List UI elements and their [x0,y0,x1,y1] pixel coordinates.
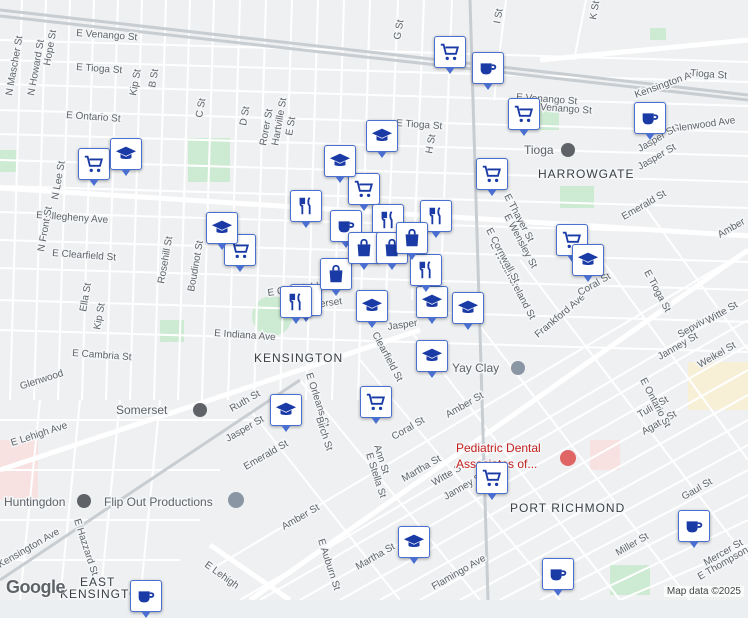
shopping-cart-marker[interactable] [360,386,392,424]
area-label-kensington: KENSINGTON [254,351,343,365]
school-marker[interactable] [270,394,302,432]
shopping-cart-icon [482,469,502,487]
cafe-marker[interactable] [130,580,162,618]
fork-knife-icon [419,261,431,279]
fork-knife-icon [429,207,441,225]
graduation-cap-icon [211,220,233,234]
shopping-cart-icon [366,393,386,411]
shopping-cart-marker[interactable] [508,98,540,136]
graduation-cap-icon [403,534,425,548]
shopping-cart-marker[interactable] [348,173,380,211]
shopping-cart-icon [354,180,374,198]
shopping-cart-icon [84,155,104,173]
poi-label-tioga[interactable]: Tioga [523,142,556,159]
poi-label-yay-clay[interactable]: Yay Clay [451,360,501,377]
area-label-port-richmond: PORT RICHMOND [510,501,625,515]
hospital-icon[interactable] [560,450,576,466]
school-marker[interactable] [416,340,448,378]
school-marker[interactable] [572,244,604,282]
school-marker[interactable] [324,145,356,183]
school-marker[interactable] [398,526,430,564]
school-marker[interactable] [110,138,142,176]
graduation-cap-icon [275,402,297,416]
school-marker[interactable] [206,212,238,250]
shopping-bag-icon [329,264,343,283]
coffee-cup-icon [550,569,567,581]
shopping-bag-marker[interactable] [396,222,428,260]
poi-label-flip-out[interactable]: Flip Out Productions [103,494,215,511]
coffee-cup-icon [138,591,155,603]
store-icon[interactable] [511,361,525,375]
cafe-marker[interactable] [542,558,574,596]
poi-label-pediatric-dental[interactable]: Pediatric Dental [455,440,543,457]
graduation-cap-icon [457,300,479,314]
metro-icon[interactable] [193,403,207,417]
school-marker[interactable] [356,290,388,328]
graduation-cap-icon [577,252,599,266]
shopping-cart-icon [482,165,502,183]
graduation-cap-icon [371,128,393,142]
school-marker[interactable] [452,292,484,330]
shopping-cart-marker[interactable] [434,36,466,74]
shopping-cart-icon [440,43,460,61]
shopping-bag-icon [357,238,371,257]
cafe-marker[interactable] [472,52,504,90]
poi-label-huntingdon[interactable]: Huntingdon [3,494,67,511]
graduation-cap-icon [361,298,383,312]
google-logo: Google [6,577,66,597]
fork-knife-icon [289,293,301,311]
school-marker[interactable] [366,120,398,158]
cafe-marker[interactable] [678,510,710,548]
metro-icon[interactable] [561,143,575,157]
graduation-cap-icon [115,146,137,160]
graduation-cap-icon [421,294,443,308]
poi-label-somerset[interactable]: Somerset [115,402,170,419]
coffee-cup-icon [686,521,703,533]
map-attribution[interactable]: Map data ©2025 [663,586,744,597]
fork-knife-icon [299,197,311,215]
graduation-cap-icon [329,153,351,167]
restaurant-marker[interactable] [280,286,312,324]
cafe-marker[interactable] [634,102,666,140]
place-icon[interactable] [228,492,244,508]
shopping-cart-marker[interactable] [476,158,508,196]
shopping-cart-icon [514,105,534,123]
shopping-cart-marker[interactable] [78,148,110,186]
metro-icon[interactable] [77,494,91,508]
coffee-cup-icon [480,63,497,75]
shopping-bag-icon [405,228,419,247]
restaurant-marker[interactable] [290,190,322,228]
shopping-bag-marker[interactable] [320,258,352,296]
shopping-cart-marker[interactable] [476,462,508,500]
area-label-harrowgate: HARROWGATE [538,167,634,181]
graduation-cap-icon [421,348,443,362]
coffee-cup-icon [642,113,659,125]
